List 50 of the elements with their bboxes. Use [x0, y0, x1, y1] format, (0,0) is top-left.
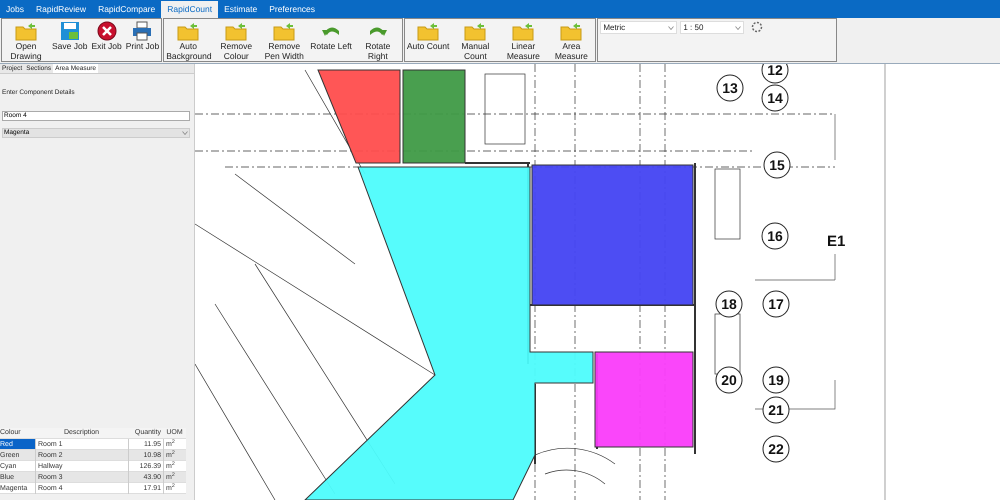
caret-icon — [668, 26, 674, 30]
grid-marker: 17 — [762, 290, 790, 318]
ribbon-button[interactable]: Manual Count — [451, 19, 500, 61]
ribbon-button[interactable]: Open Drawing — [2, 19, 50, 61]
folder-icon — [225, 21, 248, 41]
unit-dropdown[interactable]: Metric — [600, 21, 678, 34]
dropdown-value: Metric — [603, 22, 626, 34]
grid-marker: 12 — [762, 64, 788, 84]
grid-marker: 19 — [762, 366, 790, 394]
ribbon-button[interactable]: Auto Count — [404, 19, 452, 61]
menu-tab[interactable]: Jobs — [0, 1, 30, 18]
folder-icon — [464, 21, 486, 41]
grid-marker: 14 — [762, 84, 788, 112]
folder-icon — [512, 21, 534, 41]
menu-tab[interactable]: Preferences — [263, 1, 322, 18]
ribbon-button[interactable]: Remove Colour — [212, 19, 260, 61]
scale-dropdown[interactable]: 1 : 50 — [680, 21, 744, 34]
folder-icon — [177, 21, 200, 41]
folder-icon — [560, 21, 582, 41]
exit-icon — [96, 21, 118, 41]
ribbon-button[interactable]: Remove Pen Width — [260, 19, 308, 61]
grid-marker: 15 — [764, 152, 790, 178]
ribbon-button[interactable]: Save Job — [50, 19, 90, 61]
grid-marker: 13 — [716, 74, 744, 102]
grid-marker: 21 — [762, 396, 790, 424]
ribbon-button[interactable]: Print Job — [124, 19, 162, 61]
caret-icon — [735, 26, 742, 30]
folder-icon — [15, 21, 37, 41]
grid-marker: 22 — [762, 436, 790, 462]
grid-marker: 20 — [716, 366, 742, 394]
folder-icon — [417, 21, 440, 41]
folder-icon — [273, 21, 296, 41]
spinner-icon[interactable] — [751, 21, 764, 33]
menu-tab[interactable]: Estimate — [218, 1, 264, 18]
ribbon-button[interactable]: Linear Measure — [499, 19, 548, 61]
save-icon — [58, 21, 81, 41]
caret-icon — [182, 130, 188, 135]
ribbon-button[interactable]: Exit Job — [89, 19, 124, 61]
menu-tab[interactable]: RapidCount — [161, 1, 218, 18]
ribbon-button[interactable]: Auto Background — [164, 19, 212, 61]
grid-marker: 18 — [716, 290, 742, 318]
printer-icon — [131, 21, 154, 41]
menu-tab[interactable]: RapidCompare — [92, 1, 162, 18]
ribbon-button[interactable]: Rotate Left — [308, 19, 354, 61]
grid-marker: 16 — [762, 222, 788, 250]
elevation-label: E1 — [827, 233, 846, 250]
ribbon-button[interactable]: Area Measure — [547, 19, 596, 61]
ribbon-button[interactable]: Rotate Right — [354, 19, 402, 61]
menu-tab[interactable]: RapidReview — [30, 1, 92, 18]
dropdown-value: 1 : 50 — [683, 22, 704, 34]
